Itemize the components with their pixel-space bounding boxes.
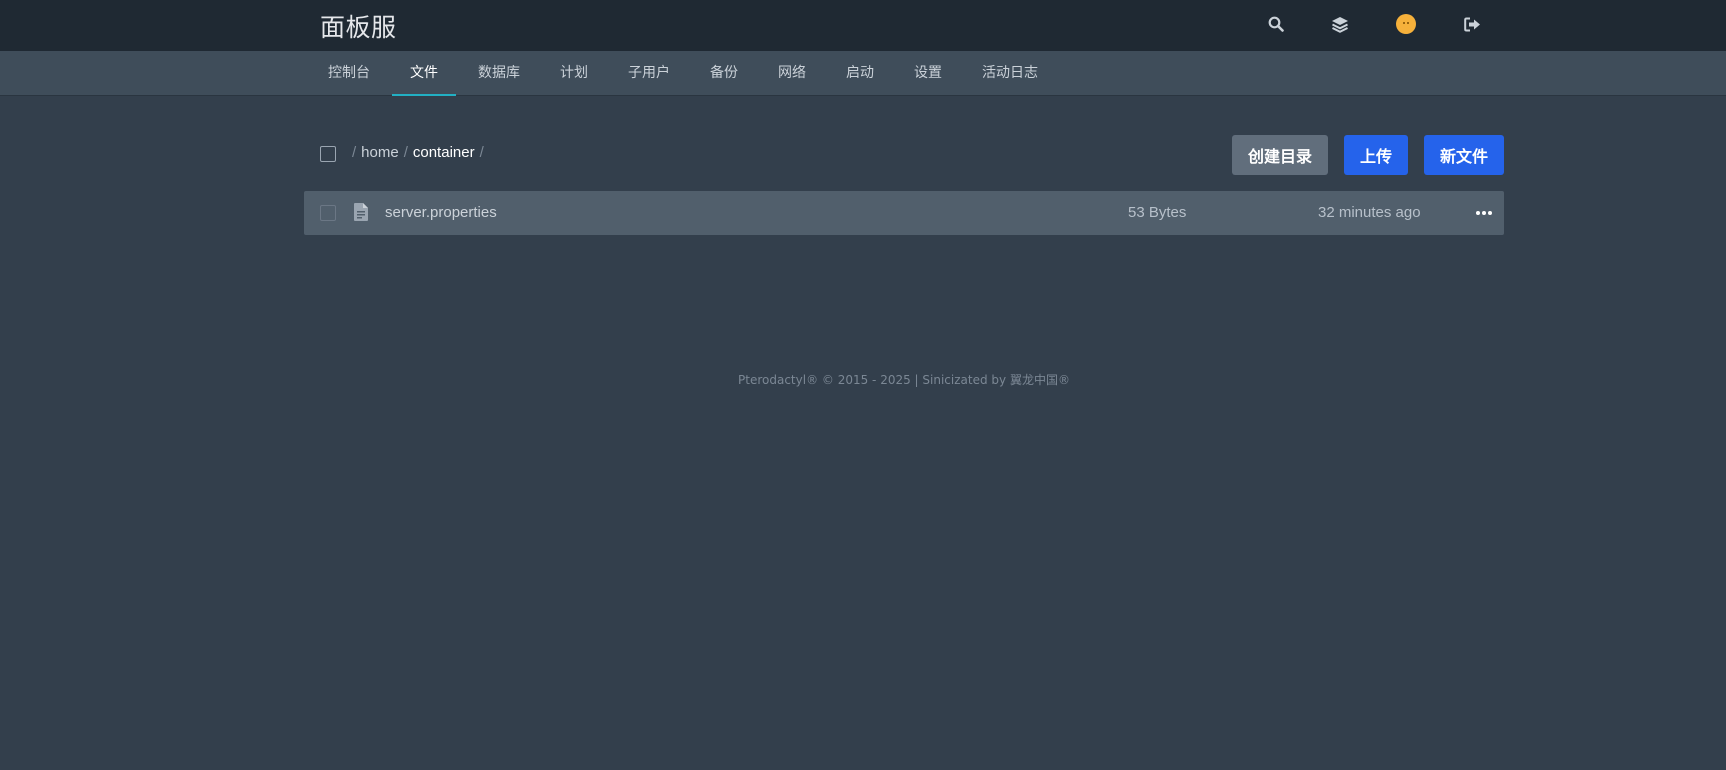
breadcrumb-separator: / [403, 144, 408, 161]
tab-activity[interactable]: 活动日志 [964, 51, 1056, 96]
layers-icon[interactable] [1328, 12, 1352, 36]
tab-files[interactable]: 文件 [392, 51, 456, 96]
breadcrumb: / home / container / [352, 144, 489, 161]
avatar-face-icon [1396, 14, 1416, 34]
brand-name[interactable]: 面板服 [320, 8, 397, 44]
tab-console[interactable]: 控制台 [310, 51, 388, 96]
server-nav: 控制台 文件 数据库 计划 子用户 备份 网络 启动 设置 活动日志 [0, 51, 1726, 96]
file-row[interactable]: server.properties 53 Bytes 32 minutes ag… [304, 191, 1504, 235]
tab-network[interactable]: 网络 [760, 51, 824, 96]
file-icon [354, 203, 368, 221]
avatar[interactable] [1394, 12, 1418, 36]
tab-schedules[interactable]: 计划 [542, 51, 606, 96]
create-directory-button[interactable]: 创建目录 [1232, 135, 1328, 175]
file-actions-menu-icon[interactable] [1470, 201, 1498, 225]
file-size: 53 Bytes [1128, 204, 1187, 221]
breadcrumb-container[interactable]: container [413, 144, 475, 161]
top-header: 面板服 [0, 0, 1726, 51]
new-file-button[interactable]: 新文件 [1424, 135, 1504, 175]
search-icon[interactable] [1264, 12, 1288, 36]
file-modified: 32 minutes ago [1318, 204, 1421, 221]
logout-icon[interactable] [1460, 12, 1484, 36]
nav-tabs: 控制台 文件 数据库 计划 子用户 备份 网络 启动 设置 活动日志 [310, 51, 1060, 96]
breadcrumb-separator: / [352, 144, 357, 161]
tab-startup[interactable]: 启动 [828, 51, 892, 96]
file-toolbar: / home / container / 创建目录 上传 新文件 [304, 135, 1504, 175]
breadcrumb-separator: / [479, 144, 484, 161]
file-name[interactable]: server.properties [385, 204, 497, 221]
upload-button[interactable]: 上传 [1344, 135, 1408, 175]
tab-settings[interactable]: 设置 [896, 51, 960, 96]
tab-databases[interactable]: 数据库 [460, 51, 538, 96]
tab-backups[interactable]: 备份 [692, 51, 756, 96]
footer-copyright: Pterodactyl® © 2015 - 2025 | Sinicizated… [738, 373, 1070, 387]
select-all-checkbox[interactable] [320, 146, 336, 162]
file-select-checkbox[interactable] [320, 205, 336, 221]
breadcrumb-home[interactable]: home [361, 144, 399, 161]
tab-users[interactable]: 子用户 [610, 51, 688, 96]
